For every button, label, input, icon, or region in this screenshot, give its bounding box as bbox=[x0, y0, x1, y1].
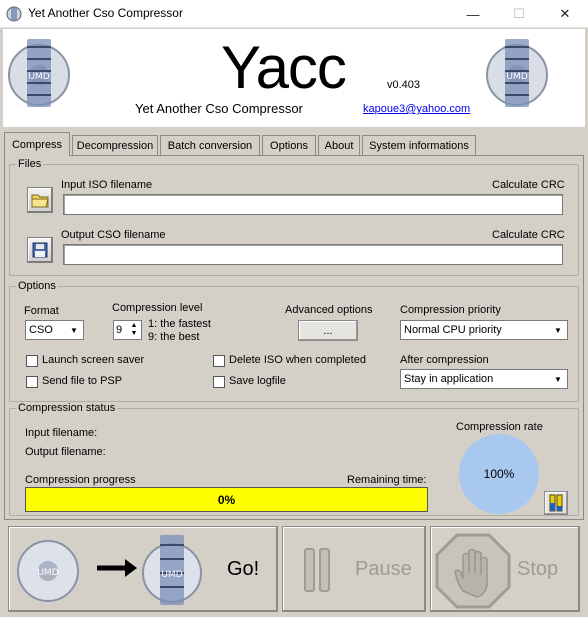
format-select[interactable]: CSO ▼ bbox=[25, 320, 84, 340]
logo-text: UMD bbox=[28, 72, 49, 82]
chevron-down-icon: ▼ bbox=[70, 325, 78, 335]
input-iso-field[interactable] bbox=[63, 194, 563, 215]
app-subtitle: Yet Another Cso Compressor bbox=[135, 101, 303, 116]
spinner-arrows-icon[interactable]: ▲ ▼ bbox=[128, 322, 140, 338]
level-hint-best: 9: the best bbox=[148, 331, 200, 343]
input-iso-label: Input ISO filename bbox=[61, 179, 153, 191]
output-cso-field[interactable] bbox=[63, 244, 563, 265]
format-label: Format bbox=[24, 305, 59, 317]
logo-text: UMD bbox=[37, 568, 58, 578]
chevron-down-icon: ▼ bbox=[554, 325, 562, 335]
compression-progress-bar: 0% bbox=[25, 487, 428, 512]
logo-text: UMD bbox=[506, 72, 527, 82]
version-label: v0.403 bbox=[387, 79, 421, 91]
stop-button[interactable]: Stop bbox=[430, 526, 580, 612]
compressed-disc-icon: UMD bbox=[142, 535, 202, 605]
progress-label: Compression progress bbox=[25, 474, 136, 486]
title-bar: Yet Another Cso Compressor — ☐ ✕ bbox=[0, 0, 588, 28]
disc-icon: UMD bbox=[17, 540, 79, 602]
advanced-options-label: Advanced options bbox=[285, 304, 373, 316]
open-folder-icon bbox=[31, 194, 49, 208]
after-compression-value: Stay in application bbox=[404, 373, 494, 385]
compression-rate-label: Compression rate bbox=[456, 421, 543, 433]
input-calc-crc[interactable]: Calculate CRC bbox=[492, 179, 565, 191]
minimize-button[interactable]: — bbox=[450, 0, 496, 28]
window-title: Yet Another Cso Compressor bbox=[28, 6, 183, 20]
priority-value: Normal CPU priority bbox=[404, 324, 502, 336]
compression-rate-chart: 100% bbox=[459, 434, 539, 514]
tab-about[interactable]: About bbox=[318, 135, 360, 155]
bar-meter-icon bbox=[549, 494, 563, 512]
priority-label: Compression priority bbox=[400, 304, 501, 316]
output-calc-crc[interactable]: Calculate CRC bbox=[492, 229, 565, 241]
header-banner: UMD Yacc v0.403 Yet Another Cso Compress… bbox=[3, 29, 585, 127]
output-cso-label: Output CSO filename bbox=[61, 229, 166, 241]
delete-iso-checkbox[interactable] bbox=[213, 355, 225, 367]
send-to-psp-label: Send file to PSP bbox=[42, 375, 123, 387]
arrow-right-icon bbox=[97, 559, 137, 577]
browse-output-button[interactable] bbox=[27, 237, 53, 263]
pause-icon bbox=[304, 548, 330, 592]
save-logfile-checkbox[interactable] bbox=[213, 376, 225, 388]
launch-screensaver-checkbox[interactable] bbox=[26, 355, 38, 367]
options-legend: Options bbox=[18, 280, 56, 292]
browse-input-button[interactable] bbox=[27, 187, 53, 213]
tab-decompression[interactable]: Decompression bbox=[72, 135, 158, 155]
go-label: Go! bbox=[227, 558, 260, 580]
details-button[interactable] bbox=[544, 491, 568, 515]
delete-iso-label: Delete ISO when completed bbox=[229, 354, 366, 366]
save-logfile-label: Save logfile bbox=[229, 375, 286, 387]
maximize-button[interactable]: ☐ bbox=[496, 0, 542, 28]
send-to-psp-checkbox[interactable] bbox=[26, 376, 38, 388]
advanced-options-button[interactable]: ... bbox=[298, 320, 358, 341]
compress-panel: Files Input ISO filename Calculate CRC O… bbox=[4, 155, 584, 520]
logo-text: UMD bbox=[161, 570, 182, 580]
compressed-disc-logo-left: UMD bbox=[8, 39, 70, 107]
level-hint-fastest: 1: the fastest bbox=[148, 318, 211, 330]
compression-level-label: Compression level bbox=[112, 302, 203, 314]
close-button[interactable]: ✕ bbox=[542, 0, 588, 28]
compression-level-spinner[interactable]: 9 ▲ ▼ bbox=[113, 320, 142, 340]
remaining-time-label: Remaining time: bbox=[347, 474, 427, 486]
pause-label: Pause bbox=[355, 558, 412, 580]
priority-select[interactable]: Normal CPU priority ▼ bbox=[400, 320, 568, 340]
compressed-disc-logo-right: UMD bbox=[486, 39, 548, 107]
launch-screensaver-label: Launch screen saver bbox=[42, 354, 145, 366]
tab-options[interactable]: Options bbox=[262, 135, 316, 155]
status-legend: Compression status bbox=[18, 402, 116, 414]
after-compression-label: After compression bbox=[400, 354, 489, 366]
format-value: CSO bbox=[29, 324, 53, 336]
stop-label: Stop bbox=[517, 558, 559, 580]
app-big-title: Yacc bbox=[221, 34, 347, 101]
app-icon bbox=[6, 6, 22, 22]
output-filename-label: Output filename: bbox=[25, 446, 106, 458]
chevron-down-icon: ▼ bbox=[554, 374, 562, 384]
after-compression-select[interactable]: Stay in application ▼ bbox=[400, 369, 568, 389]
save-disk-icon bbox=[32, 242, 48, 258]
go-button[interactable]: UMD UMD Go! bbox=[8, 526, 278, 612]
compression-level-value: 9 bbox=[116, 324, 123, 336]
tab-system-informations[interactable]: System informations bbox=[362, 135, 476, 155]
pause-button[interactable]: Pause bbox=[282, 526, 426, 612]
input-filename-label: Input filename: bbox=[25, 427, 98, 439]
tab-compress[interactable]: Compress bbox=[4, 132, 70, 156]
stop-hand-icon bbox=[435, 533, 511, 609]
tab-batch-conversion[interactable]: Batch conversion bbox=[160, 135, 260, 155]
email-link[interactable]: kapoue3@yahoo.com bbox=[363, 103, 470, 115]
files-legend: Files bbox=[18, 158, 42, 170]
